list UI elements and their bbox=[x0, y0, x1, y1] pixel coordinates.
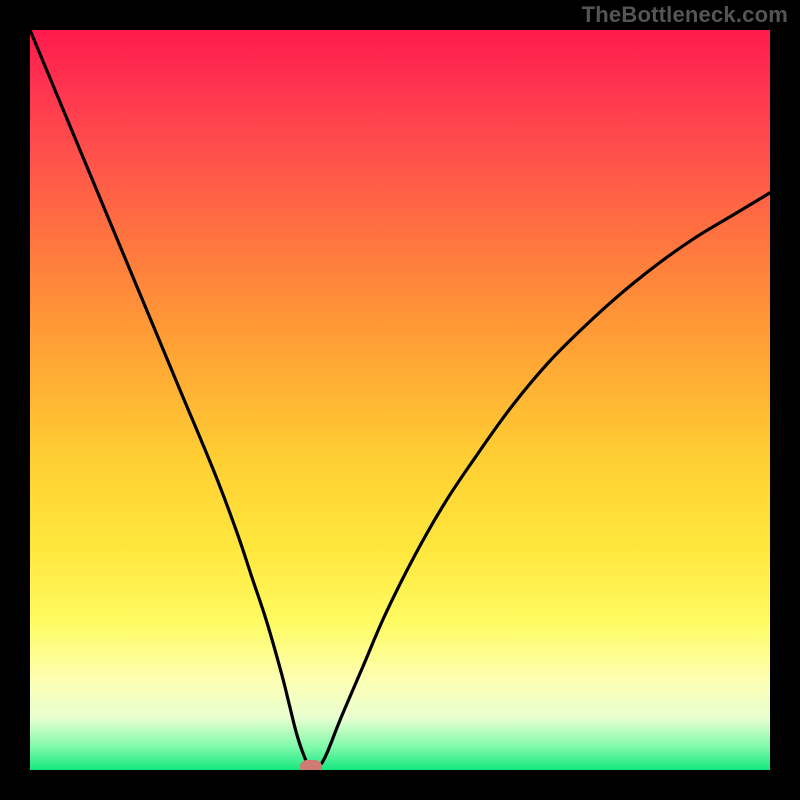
plot-area bbox=[30, 30, 770, 770]
watermark-text: TheBottleneck.com bbox=[582, 2, 788, 28]
chart-frame: TheBottleneck.com bbox=[0, 0, 800, 800]
minimum-marker bbox=[300, 760, 322, 770]
bottleneck-curve bbox=[30, 30, 770, 770]
